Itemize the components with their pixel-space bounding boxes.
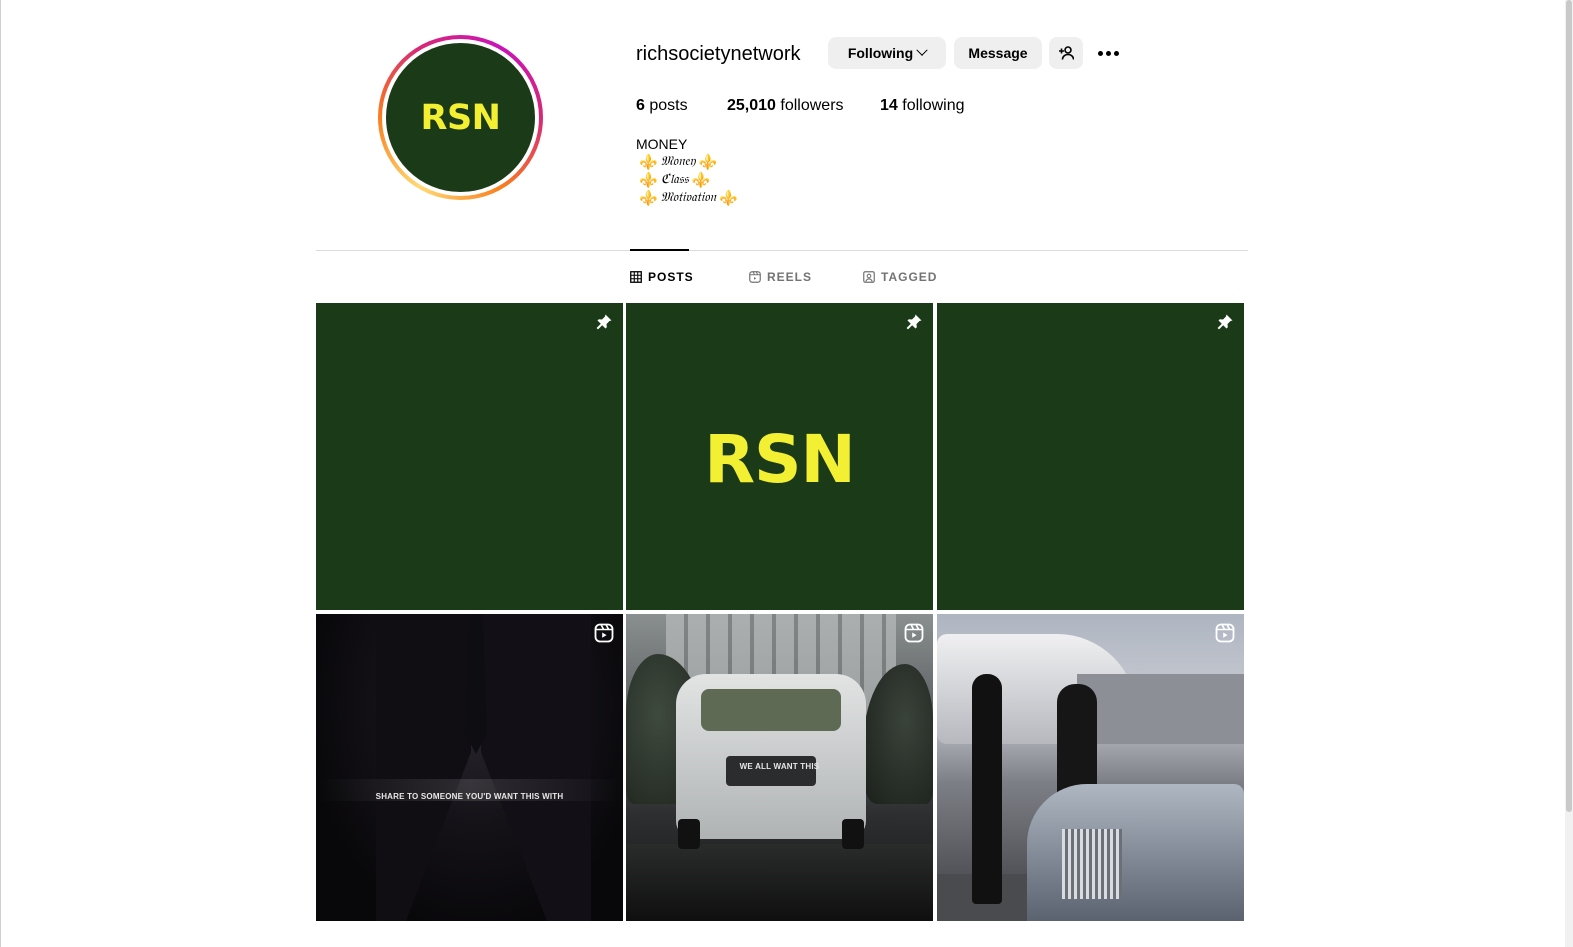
reels-icon xyxy=(1215,623,1235,643)
post-tile[interactable]: RSN xyxy=(626,303,933,610)
stat-followers[interactable]: 25,010 followers xyxy=(727,96,844,116)
fleur-de-lis-icon: ⚜️ xyxy=(639,189,658,207)
post-tile[interactable] xyxy=(937,614,1244,921)
fleur-de-lis-icon: ⚜️ xyxy=(691,171,711,189)
window-edge xyxy=(0,0,1,947)
grid-icon xyxy=(630,271,642,283)
following-button-label: Following xyxy=(847,45,914,61)
posts-count: 6 xyxy=(636,97,645,114)
profile-avatar[interactable]: RSN xyxy=(378,35,543,200)
bio-line: ⚜️ 𝔐𝔬𝔫𝔢𝔶 ⚜️ xyxy=(639,153,718,171)
stat-posts: 6 posts xyxy=(636,96,688,116)
tab-tagged-label: TAGGED xyxy=(881,270,938,284)
post-overlay-text: SHARE TO SOMEONE YOU'D WANT THIS WITH xyxy=(375,792,564,801)
tagged-icon xyxy=(863,271,875,283)
bio-line: ⚜️ ℭ𝔩𝔞𝔰𝔰 ⚜️ xyxy=(639,171,711,189)
following-button[interactable]: Following xyxy=(828,37,946,69)
fleur-de-lis-icon: ⚜️ xyxy=(639,171,658,189)
post-tile[interactable] xyxy=(937,303,1244,610)
pin-icon xyxy=(596,314,612,330)
following-label: following xyxy=(902,97,965,114)
chevron-down-icon xyxy=(916,44,928,56)
message-button[interactable]: Message xyxy=(954,37,1042,69)
tab-tagged[interactable]: TAGGED xyxy=(863,270,937,284)
fleur-de-lis-icon: ⚜️ xyxy=(639,153,658,171)
tab-posts[interactable]: POSTS xyxy=(630,270,694,284)
active-tab-indicator xyxy=(630,249,689,251)
tabs-divider xyxy=(316,250,1248,251)
profile-username: richsocietynetwork xyxy=(636,43,801,65)
more-options-icon[interactable] xyxy=(1094,44,1122,62)
message-button-label: Message xyxy=(968,45,1028,61)
followers-label: followers xyxy=(780,97,844,114)
bio-line: ⚜️ 𝔐𝔬𝔱𝔦𝔳𝔞𝔱𝔦𝔬𝔫 ⚜️ xyxy=(639,189,738,207)
posts-label: posts xyxy=(649,97,688,114)
post-tile[interactable] xyxy=(316,303,623,610)
bio-title: MONEY xyxy=(636,136,688,152)
reels-icon xyxy=(904,623,924,643)
fleur-de-lis-icon: ⚜️ xyxy=(719,189,738,207)
pin-icon xyxy=(1217,314,1233,330)
add-user-icon xyxy=(1059,46,1074,60)
profile-bio: MONEY ⚜️ 𝔐𝔬𝔫𝔢𝔶 ⚜️ ⚜️ ℭ𝔩𝔞𝔰𝔰 ⚜️ ⚜️ 𝔐𝔬𝔱𝔦𝔳𝔞𝔱𝔦𝔬𝔫 ⚜️ xyxy=(636,135,741,207)
scrollbar-thumb[interactable] xyxy=(1566,0,1572,812)
post-tile[interactable]: SHARE TO SOMEONE YOU'D WANT THIS WITH xyxy=(316,614,623,921)
avatar-image: RSN xyxy=(386,43,535,192)
reels-icon xyxy=(749,271,761,283)
tab-reels[interactable]: REELS xyxy=(749,270,812,284)
reels-icon xyxy=(594,623,614,643)
followers-count: 25,010 xyxy=(727,97,776,114)
pin-icon xyxy=(906,314,922,330)
avatar-logo-text: RSN xyxy=(420,97,501,138)
following-count: 14 xyxy=(880,97,898,114)
suggest-accounts-button[interactable] xyxy=(1049,37,1083,69)
post-overlay-text: WE ALL WANT THIS xyxy=(739,762,820,771)
tab-posts-label: POSTS xyxy=(648,270,694,284)
tab-reels-label: REELS xyxy=(767,270,813,284)
post-tile[interactable]: WE ALL WANT THIS xyxy=(626,614,933,921)
scrollbar[interactable] xyxy=(1565,0,1573,947)
stat-following[interactable]: 14 following xyxy=(880,96,965,116)
fleur-de-lis-icon: ⚜️ xyxy=(698,153,718,171)
post-logo-text: RSN xyxy=(704,421,856,498)
